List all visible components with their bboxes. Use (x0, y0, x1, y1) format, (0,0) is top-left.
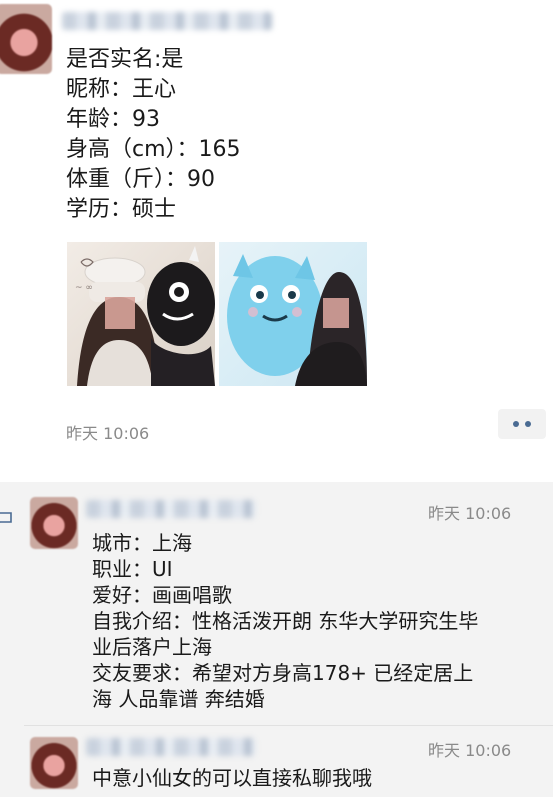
post-text-real-name: 是否实名:是 (66, 47, 184, 72)
comment-1-line-intro-cont: 业后落户上海 (92, 635, 212, 659)
comment-2-line: 中意小仙女的可以直接私聊我哦 (92, 766, 372, 790)
comment-1-line-requirement: 交友要求：希望对方身高178+ 已经定居上 (92, 661, 474, 685)
comment-1-line-hobby: 爱好：画画唱歌 (92, 583, 232, 607)
more-icon-dot (525, 421, 531, 427)
post-photo-2-image (227, 254, 367, 386)
comment-1-line-job: 职业：UI (92, 557, 173, 581)
post-photo-1-image: ~ ∞ (75, 246, 215, 386)
comment-1-author-name[interactable] (86, 500, 256, 518)
comment-1-avatar[interactable] (30, 497, 78, 549)
post-text-height: 身高（cm）：165 (66, 137, 241, 162)
post-author-name[interactable] (62, 12, 272, 30)
post-text-nickname: 昵称：王心 (66, 77, 177, 102)
post-text-age: 年龄：93 (66, 107, 160, 132)
post-author-avatar[interactable] (0, 4, 52, 74)
more-button[interactable] (498, 409, 546, 439)
comment-2-timestamp: 昨天 10:06 (428, 741, 512, 760)
comment-2-avatar[interactable] (30, 737, 78, 789)
comment-icon (0, 512, 12, 523)
comment-divider (24, 725, 553, 726)
comment-2-author-name[interactable] (86, 738, 256, 756)
comment-1-line-intro: 自我介绍：性格活泼开朗 东华大学研究生毕 (92, 609, 479, 633)
comment-1-line-city: 城市：上海 (92, 531, 192, 555)
post-photo-2[interactable] (219, 242, 367, 386)
comment-1-timestamp: 昨天 10:06 (428, 504, 512, 523)
post-timestamp: 昨天 10:06 (66, 424, 150, 443)
svg-text:~ ∞: ~ ∞ (75, 283, 93, 293)
post-text-education: 学历：硕士 (66, 197, 177, 222)
post-text-weight: 体重（斤）：90 (66, 167, 215, 192)
post-photo-1[interactable]: ~ ∞ (67, 242, 215, 386)
comment-1-line-requirement-cont: 海 人品靠谱 奔结婚 (92, 687, 265, 711)
more-icon (513, 421, 519, 427)
